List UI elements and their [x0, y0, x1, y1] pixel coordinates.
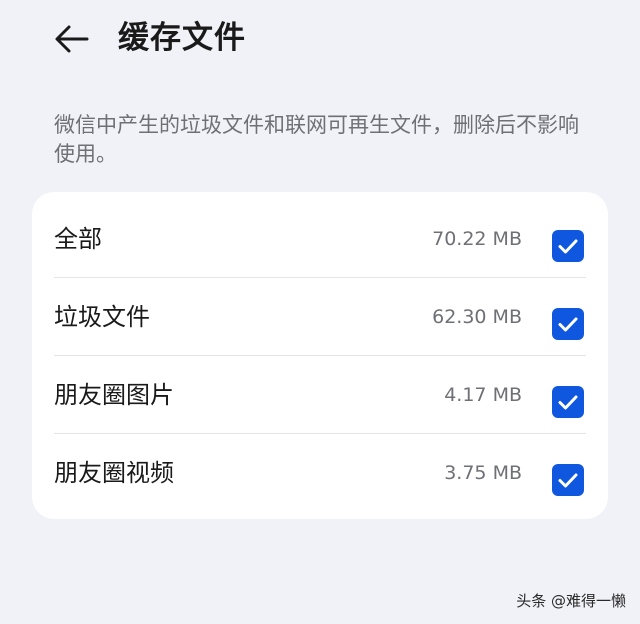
header-bar: 缓存文件 — [0, 0, 640, 80]
item-size: 70.22 MB — [432, 228, 522, 250]
checkbox-all[interactable] — [552, 230, 584, 262]
cache-list-card: 全部 70.22 MB 垃圾文件 62.30 MB 朋友圈图片 4.17 MB … — [32, 192, 608, 519]
list-item-moments-images[interactable]: 朋友圈图片 4.17 MB — [32, 356, 608, 434]
checkbox-junk-files[interactable] — [552, 308, 584, 340]
item-size: 4.17 MB — [444, 384, 522, 406]
checkmark-icon — [558, 473, 578, 488]
watermark: 头条 @难得一懒 — [516, 592, 626, 610]
back-button[interactable] — [52, 20, 92, 60]
item-size: 62.30 MB — [432, 306, 522, 328]
checkmark-icon — [558, 395, 578, 410]
checkmark-icon — [558, 239, 578, 254]
item-label: 朋友圈图片 — [54, 381, 174, 409]
item-size: 3.75 MB — [444, 462, 522, 484]
checkmark-icon — [558, 317, 578, 332]
page-title: 缓存文件 — [118, 20, 246, 56]
item-label: 垃圾文件 — [54, 303, 150, 331]
list-item-all[interactable]: 全部 70.22 MB — [32, 200, 608, 278]
checkbox-moments-images[interactable] — [552, 386, 584, 418]
item-label: 全部 — [54, 225, 102, 253]
checkbox-moments-videos[interactable] — [552, 464, 584, 496]
arrow-left-icon — [55, 25, 89, 53]
list-item-junk-files[interactable]: 垃圾文件 62.30 MB — [32, 278, 608, 356]
list-item-moments-videos[interactable]: 朋友圈视频 3.75 MB — [32, 434, 608, 512]
description-text: 微信中产生的垃圾文件和联网可再生文件，删除后不影响使用。 — [54, 113, 579, 166]
item-label: 朋友圈视频 — [54, 459, 174, 487]
